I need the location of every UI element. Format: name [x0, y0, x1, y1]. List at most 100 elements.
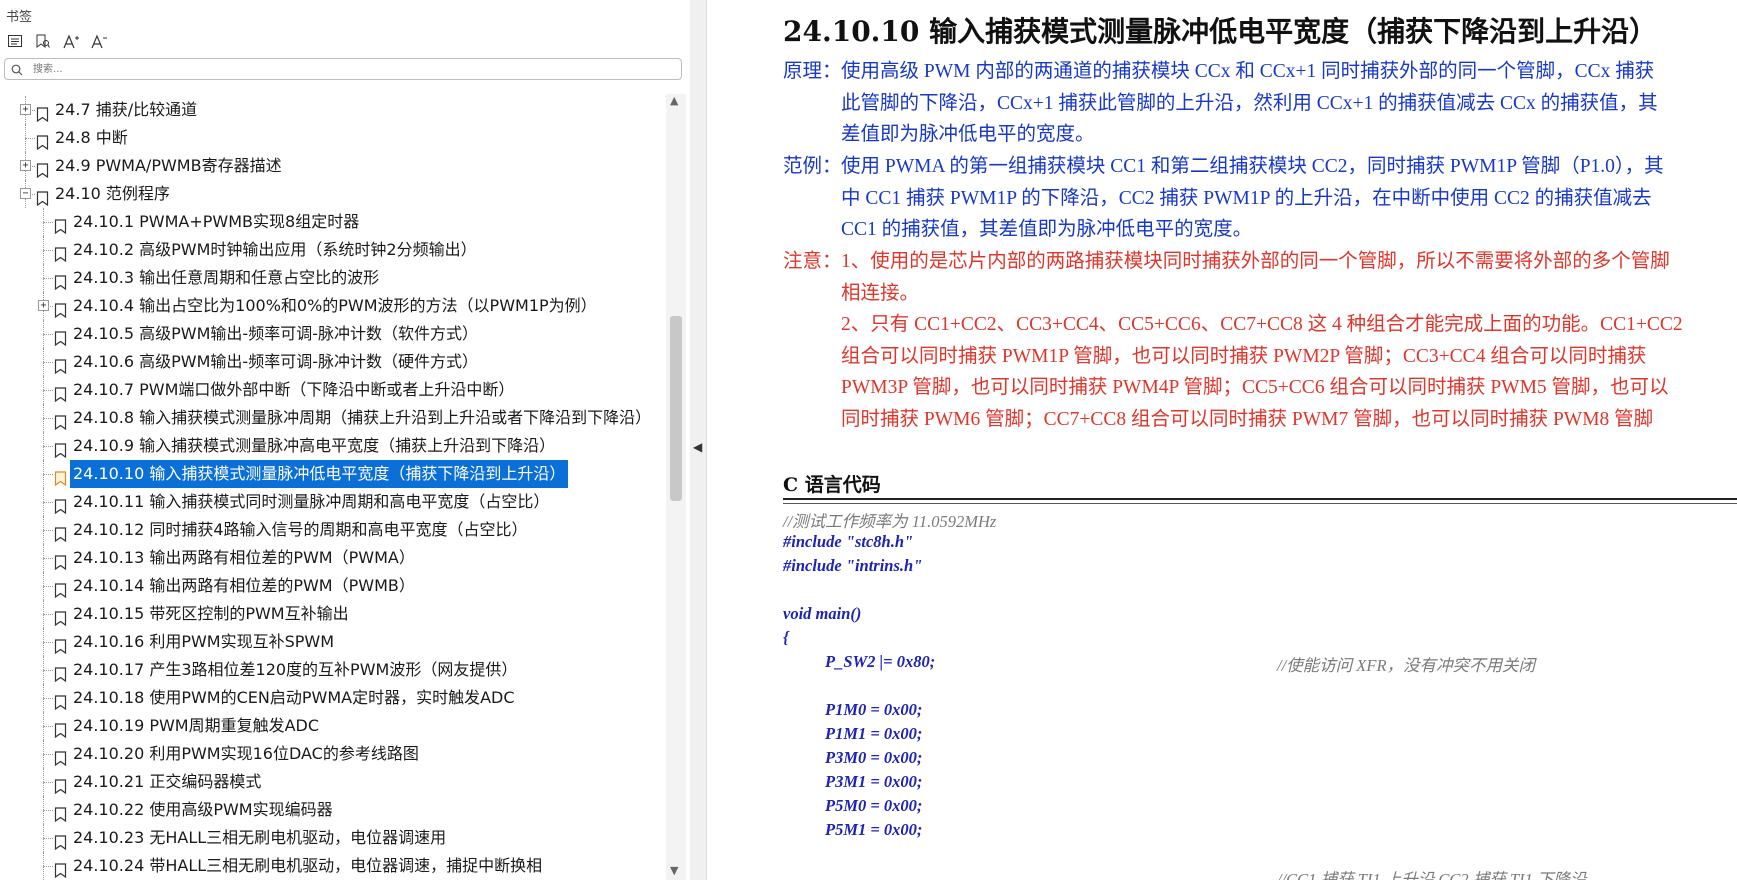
bookmark-icon	[54, 719, 67, 739]
tree-guide	[43, 782, 53, 783]
principle-paragraph: 原理： 使用高级 PWM 内部的两通道的捕获模块 CCx 和 CCx+1 同时捕…	[783, 56, 1733, 151]
bookmarks-panel: 书签 +24.7 捕获/比较通道 24.8 中断 +24.9 PWMA/PWMB寄存…	[0, 0, 691, 880]
bookmark-label: 24.10.13 输出两路有相位差的PWM（PWMA）	[73, 548, 415, 567]
bookmark-item[interactable]: 24.10.7 PWM端口做外部中断（下降沿中断或者上升沿中断）	[0, 376, 660, 404]
bookmark-icon	[36, 159, 49, 179]
bookmark-item[interactable]: 24.10.16 利用PWM实现互补SPWM	[0, 628, 660, 656]
text-line: 相连接。	[841, 282, 920, 304]
tree-guide	[43, 502, 53, 503]
code-line: #include "intrins.h"	[783, 556, 923, 575]
bookmark-item[interactable]: 24.10.24 带HALL三相无刷电机驱动，电位器调速，捕捉中断换相	[0, 852, 660, 880]
bookmark-icon	[54, 299, 67, 319]
bookmark-item[interactable]: +24.7 捕获/比较通道	[0, 96, 660, 124]
bookmark-label: 24.10 范例程序	[55, 184, 170, 203]
bookmark-icon	[36, 131, 49, 151]
bookmark-item[interactable]: 24.10.17 产生3路相位差120度的互补PWM波形（网友提供）	[0, 656, 660, 684]
bookmark-item[interactable]: 24.10.13 输出两路有相位差的PWM（PWMA）	[0, 544, 660, 572]
text-line: 1、使用的是芯片内部的两路捕获模块同时捕获外部的同一个管脚，所以不需要将外部的多…	[841, 251, 1670, 272]
bookmark-item[interactable]: 24.10.14 输出两路有相位差的PWM（PWMB）	[0, 572, 660, 600]
bookmark-icon	[54, 215, 67, 235]
bookmark-label: 24.10.17 产生3路相位差120度的互补PWM波形（网友提供）	[73, 660, 518, 679]
scroll-down-icon[interactable]: ▼	[670, 864, 678, 877]
tree-guide	[43, 558, 53, 559]
bookmark-label: 24.10.19 PWM周期重复触发ADC	[73, 716, 320, 735]
scrollbar-thumb[interactable]	[670, 316, 682, 501]
bookmark-icon	[36, 187, 49, 207]
bookmark-item[interactable]: − 24.10 范例程序	[0, 180, 660, 208]
bookmark-item[interactable]: 24.10.21 正交编码器模式	[0, 768, 660, 796]
principle-tag: 原理：	[783, 61, 842, 82]
bookmark-label: 24.10.20 利用PWM实现16位DAC的参考线路图	[73, 744, 419, 763]
collapse-panel-icon[interactable]: ◀	[693, 440, 702, 454]
tree-guide	[43, 586, 53, 587]
font-larger-icon[interactable]	[62, 32, 80, 50]
bookmark-item[interactable]: 24.10.19 PWM周期重复触发ADC	[0, 712, 660, 740]
bookmark-icon	[54, 579, 67, 599]
bookmark-label: 24.10.3 输出任意周期和任意占空比的波形	[73, 268, 380, 287]
bookmark-item[interactable]: 24.10.2 高级PWM时钟输出应用（系统时钟2分频输出）	[0, 236, 660, 264]
bookmark-icon	[54, 803, 67, 823]
bookmark-item[interactable]: 24.10.18 使用PWM的CEN启动PWMA定时器，实时触发ADC	[0, 684, 660, 712]
bookmark-find-icon[interactable]	[34, 32, 52, 50]
list-view-icon[interactable]	[6, 32, 24, 50]
document-page: 24.10.10 输入捕获模式测量脉冲低电平宽度（捕获下降沿到上升沿） 原理： …	[707, 0, 1737, 880]
tree-guide	[43, 362, 53, 363]
bookmark-icon	[54, 831, 67, 851]
expand-icon[interactable]: +	[20, 160, 31, 171]
code-line: P5M1 = 0x00;	[825, 820, 923, 839]
text-line: 中 CC1 捕获 PWM1P 的下降沿，CC2 捕获 PWM1P 的上升沿，在中…	[841, 187, 1652, 209]
bookmark-label: 24.10.24 带HALL三相无刷电机驱动，电位器调速，捕捉中断换相	[73, 856, 543, 875]
bookmark-label: 24.10.11 输入捕获模式同时测量脉冲周期和高电平宽度（占空比）	[73, 492, 550, 511]
panel-splitter[interactable]: ◀	[690, 0, 707, 880]
bookmark-item[interactable]: 24.10.12 同时捕获4路输入信号的周期和高电平宽度（占空比）	[0, 516, 660, 544]
scroll-up-icon[interactable]: ▲	[670, 94, 678, 107]
tree-guide	[43, 250, 53, 251]
font-smaller-icon[interactable]	[90, 32, 108, 50]
bookmark-item[interactable]: 24.8 中断	[0, 124, 660, 152]
bookmark-item[interactable]: 24.10.15 带死区控制的PWM互补输出	[0, 600, 660, 628]
bookmark-search	[4, 58, 682, 80]
bookmark-item[interactable]: 24.10.10 输入捕获模式测量脉冲低电平宽度（捕获下降沿到上升沿）	[0, 460, 660, 488]
bookmark-icon	[54, 775, 67, 795]
code-line: P3M0 = 0x00;	[825, 748, 923, 767]
bookmark-label: 24.10.16 利用PWM实现互补SPWM	[73, 632, 335, 651]
bookmark-icon	[54, 747, 67, 767]
bookmark-item[interactable]: 24.10.9 输入捕获模式测量脉冲高电平宽度（捕获上升沿到下降沿）	[0, 432, 660, 460]
search-icon	[11, 61, 23, 80]
code-line: P5M0 = 0x00;	[825, 796, 923, 815]
expand-icon[interactable]: +	[20, 104, 31, 115]
text-line: PWM3P 管脚，也可以同时捕获 PWM4P 管脚；CC5+CC6 组合可以同时…	[841, 377, 1669, 398]
bookmark-label: 24.10.15 带死区控制的PWM互补输出	[73, 604, 349, 623]
bookmark-item[interactable]: 24.10.3 输出任意周期和任意占空比的波形	[0, 264, 660, 292]
expand-icon[interactable]: +	[38, 300, 49, 311]
tree-guide	[43, 530, 53, 531]
bookmark-item[interactable]: 24.10.22 使用高级PWM实现编码器	[0, 796, 660, 824]
bookmark-item[interactable]: 24.10.20 利用PWM实现16位DAC的参考线路图	[0, 740, 660, 768]
divider	[783, 498, 1737, 500]
search-input[interactable]	[31, 60, 675, 78]
bookmark-icon	[54, 355, 67, 375]
sidebar-scrollbar[interactable]: ▲ ▼	[666, 94, 686, 880]
bookmark-label: 24.10.10 输入捕获模式测量脉冲低电平宽度（捕获下降沿到上升沿）	[70, 460, 569, 488]
bookmark-item[interactable]: +24.9 PWMA/PWMB寄存器描述	[0, 152, 660, 180]
bookmark-icon	[54, 859, 67, 879]
bookmark-tree: +24.7 捕获/比较通道 24.8 中断 +24.9 PWMA/PWMB寄存器描述…	[0, 96, 660, 880]
bookmark-icon	[54, 411, 67, 431]
bookmark-icon	[54, 691, 67, 711]
bookmark-item[interactable]: 24.10.1 PWMA+PWMB实现8组定时器	[0, 208, 660, 236]
bookmark-icon	[54, 663, 67, 683]
bookmark-item[interactable]: 24.10.23 无HALL三相无刷电机驱动，电位器调速用	[0, 824, 660, 852]
bookmark-item[interactable]: 24.10.8 输入捕获模式测量脉冲周期（捕获上升沿到上升沿或者下降沿到下降沿）	[0, 404, 660, 432]
divider	[783, 503, 1737, 504]
bookmark-item[interactable]: 24.10.11 输入捕获模式同时测量脉冲周期和高电平宽度（占空比）	[0, 488, 660, 516]
collapse-icon[interactable]: −	[20, 188, 31, 199]
tree-guide	[43, 866, 53, 867]
tree-guide	[43, 222, 53, 223]
text-line: 同时捕获 PWM6 管脚；CC7+CC8 组合可以同时捕获 PWM7 管脚，也可…	[841, 408, 1654, 430]
bookmark-icon	[54, 383, 67, 403]
bookmark-item[interactable]: 24.10.5 高级PWM输出-频率可调-脉冲计数（软件方式）	[0, 320, 660, 348]
bookmark-label: 24.10.4 输出占空比为100%和0%的PWM波形的方法（以PWM1P为例）	[73, 296, 597, 315]
bookmark-item[interactable]: +24.10.4 输出占空比为100%和0%的PWM波形的方法（以PWM1P为例…	[0, 292, 660, 320]
tree-guide	[43, 642, 53, 643]
bookmark-item[interactable]: 24.10.6 高级PWM输出-频率可调-脉冲计数（硬件方式）	[0, 348, 660, 376]
